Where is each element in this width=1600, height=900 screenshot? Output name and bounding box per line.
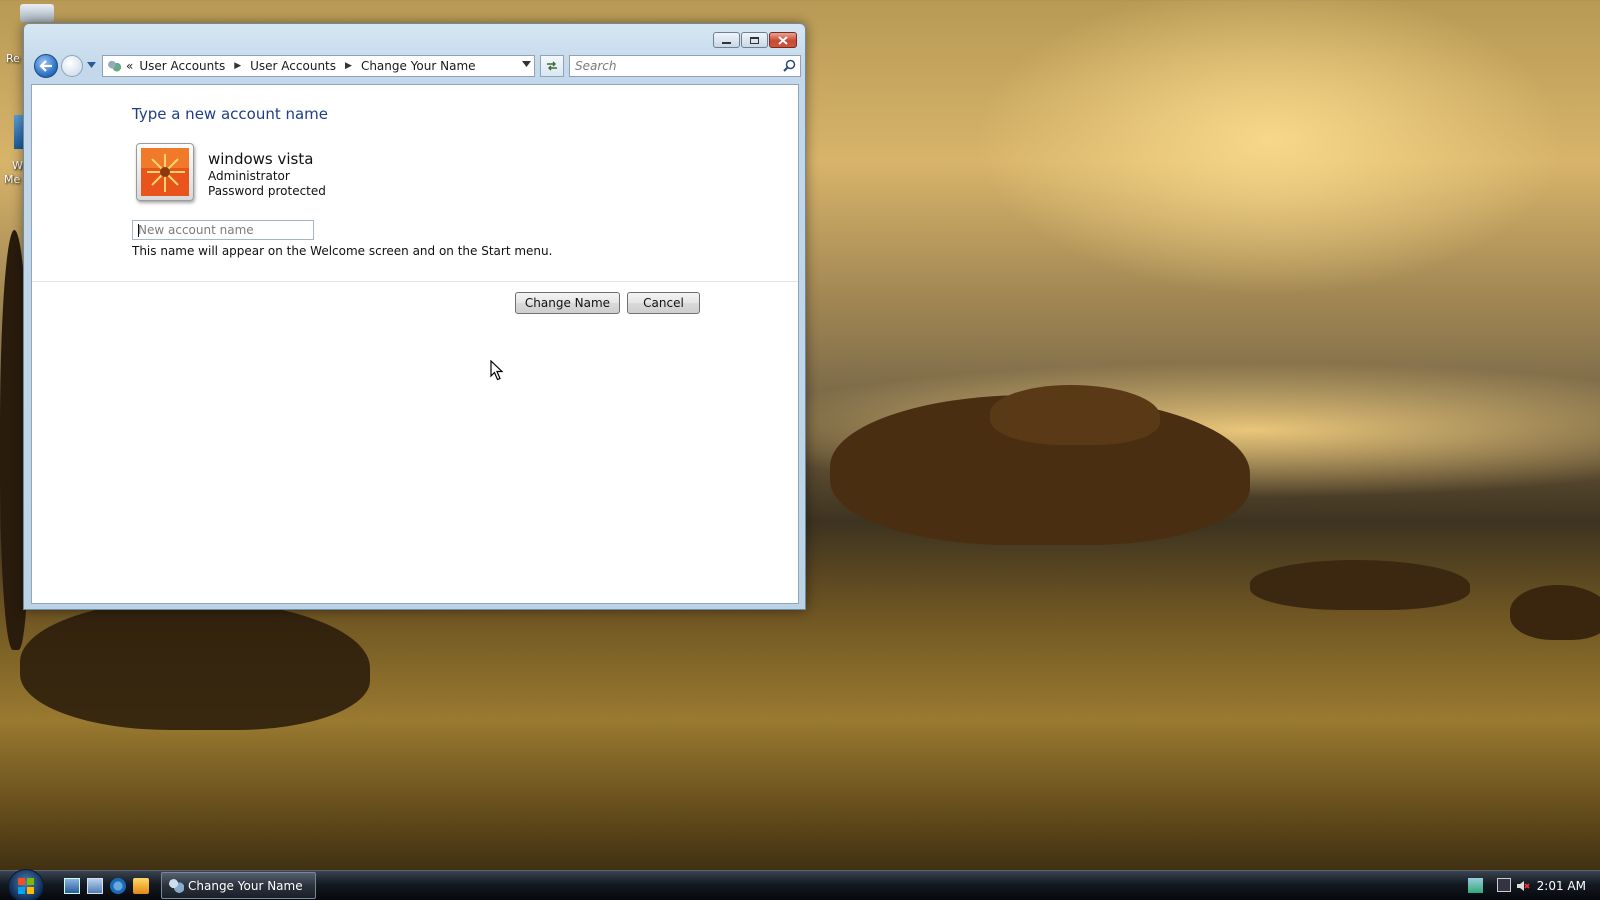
mouse-pointer-icon xyxy=(490,360,504,381)
rock-shape xyxy=(990,385,1160,445)
minimize-icon xyxy=(722,42,731,44)
address-bar[interactable]: « User Accounts ▶ User Accounts ▶ Change… xyxy=(102,55,535,77)
maximize-icon xyxy=(750,36,759,44)
breadcrumb-separator-icon[interactable]: ▶ xyxy=(234,61,241,71)
network-icon[interactable] xyxy=(1497,878,1511,892)
system-clock[interactable]: 2:01 AM xyxy=(1537,879,1586,893)
back-arrow-icon xyxy=(39,60,52,72)
back-button[interactable] xyxy=(34,54,58,78)
account-name: windows vista xyxy=(208,150,314,168)
navigation-bar: « User Accounts ▶ User Accounts ▶ Change… xyxy=(32,54,801,80)
refresh-button[interactable] xyxy=(540,55,564,77)
close-button[interactable] xyxy=(769,32,797,48)
windows-logo-icon xyxy=(18,878,34,894)
recent-pages-dropdown-icon[interactable] xyxy=(87,62,96,68)
desktop-icon-label: Me xyxy=(4,173,21,186)
refresh-icon xyxy=(547,61,557,71)
rock-shape xyxy=(1250,560,1470,610)
flower-picture-icon xyxy=(141,148,189,196)
desktop-icon-label: Re xyxy=(6,52,20,65)
search-box[interactable]: Search xyxy=(569,55,801,77)
close-icon xyxy=(778,35,788,45)
address-dropdown-icon[interactable] xyxy=(522,61,531,67)
windows-update-icon[interactable] xyxy=(1468,878,1483,893)
password-status: Password protected xyxy=(208,184,326,198)
switch-windows-icon[interactable] xyxy=(87,878,103,894)
rock-shape xyxy=(1510,585,1600,640)
account-type: Administrator xyxy=(208,169,290,183)
recycle-bin-icon xyxy=(20,4,54,22)
search-icon[interactable] xyxy=(783,59,796,72)
cancel-button[interactable]: Cancel xyxy=(627,292,700,314)
address-overflow-chevron[interactable]: « xyxy=(126,59,133,73)
speaker-icon xyxy=(1517,881,1530,891)
volume-muted-icon[interactable] xyxy=(1516,878,1530,892)
taskbar: Change Your Name 2:01 AM xyxy=(0,869,1600,900)
breadcrumb-user-accounts-1[interactable]: User Accounts xyxy=(139,59,225,73)
user-accounts-icon xyxy=(168,878,184,894)
desktop-icon-recycle-bin[interactable]: Re xyxy=(0,4,54,65)
page-title: Type a new account name xyxy=(132,105,329,123)
change-name-window: « User Accounts ▶ User Accounts ▶ Change… xyxy=(23,23,806,610)
maximize-button[interactable] xyxy=(741,32,768,48)
desktop-icon-label: W xyxy=(12,159,23,172)
user-accounts-icon xyxy=(107,59,121,73)
section-divider xyxy=(32,281,798,282)
media-player-quicklaunch-icon[interactable] xyxy=(133,878,149,894)
forward-button[interactable] xyxy=(61,55,83,77)
internet-explorer-icon[interactable] xyxy=(110,878,126,894)
taskbar-button-label: Change Your Name xyxy=(188,878,303,893)
show-desktop-icon[interactable] xyxy=(64,878,80,894)
user-avatar xyxy=(136,143,194,201)
caption-buttons xyxy=(713,32,797,48)
breadcrumb-change-your-name[interactable]: Change Your Name xyxy=(361,59,476,73)
breadcrumb-separator-icon[interactable]: ▶ xyxy=(345,61,352,71)
new-account-name-input[interactable] xyxy=(132,220,314,240)
start-button[interactable] xyxy=(8,869,44,900)
name-hint-text: This name will appear on the Welcome scr… xyxy=(132,244,553,258)
rock-shape xyxy=(20,600,370,730)
minimize-button[interactable] xyxy=(713,32,740,48)
taskbar-button-change-your-name[interactable]: Change Your Name xyxy=(161,872,316,899)
breadcrumb-user-accounts-2[interactable]: User Accounts xyxy=(250,59,336,73)
search-placeholder: Search xyxy=(575,59,617,73)
text-caret xyxy=(138,224,139,237)
content-pane: Type a new account name windows vista Ad… xyxy=(31,84,799,604)
change-name-button[interactable]: Change Name xyxy=(515,292,620,314)
